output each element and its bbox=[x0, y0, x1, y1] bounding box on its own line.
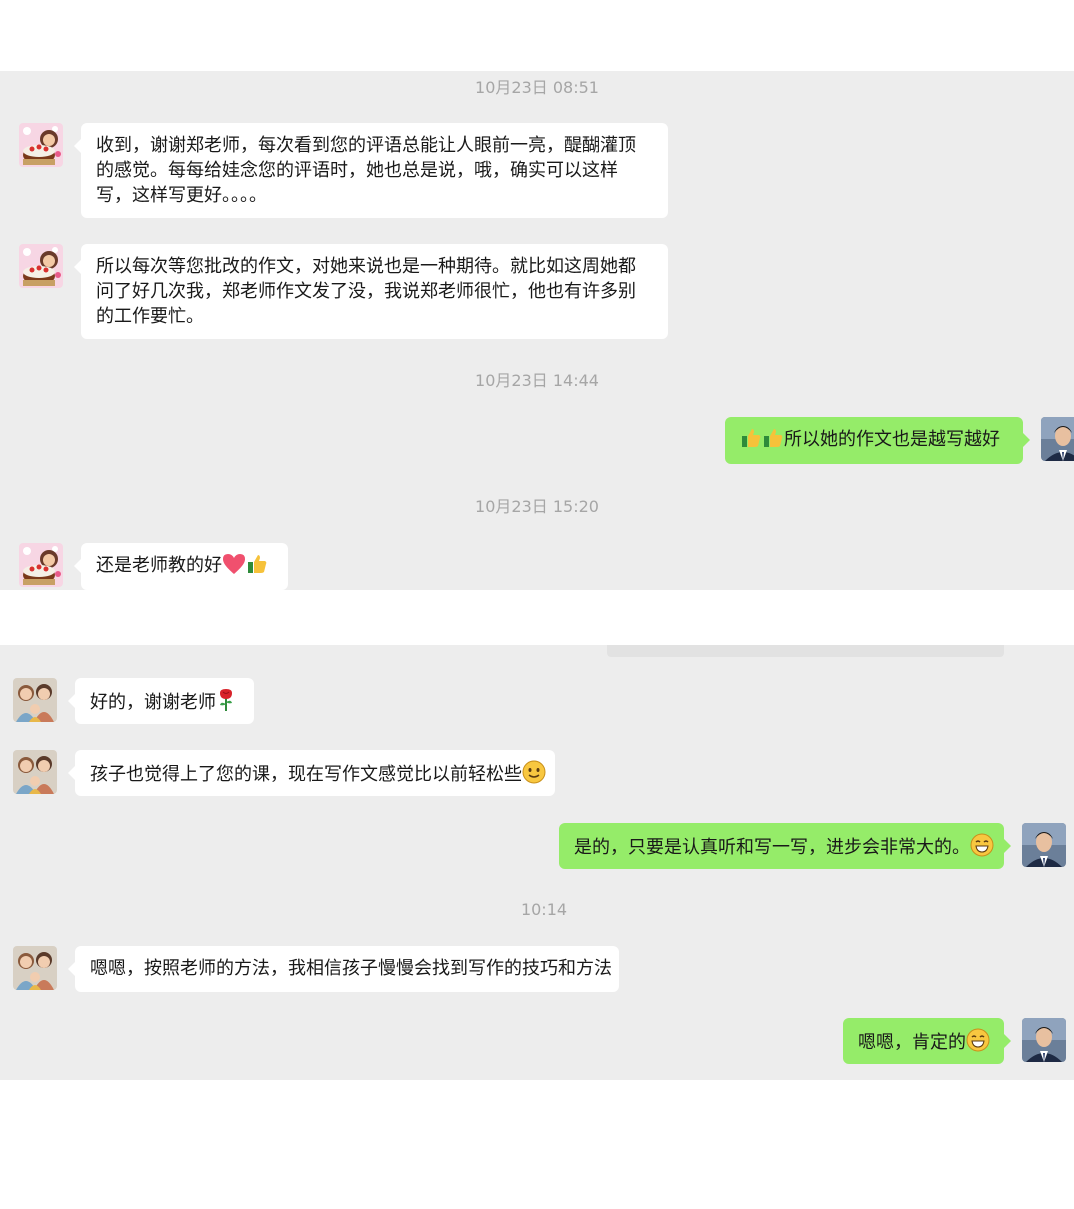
timestamp: 10月23日 15:20 bbox=[475, 497, 599, 516]
message-text: 还是老师教的好 bbox=[96, 555, 222, 576]
message-bubble-outgoing[interactable]: 是的，只要是认真听和写一写，进步会非常大的。 bbox=[559, 823, 1011, 869]
message-bubble-outgoing[interactable]: 嗯嗯，肯定的 bbox=[843, 1018, 1011, 1064]
message-bubble-incoming[interactable]: 所以每次等您批改的作文，对她来说也是一种期待。就比如这周她都问了好几次我，郑老师… bbox=[74, 244, 668, 339]
message-bubble-outgoing[interactable]: 所以她的作文也是越写越好 bbox=[725, 417, 1030, 464]
thumbs-up-icon bbox=[762, 427, 784, 456]
chat-screen-1: 10月23日 08:51 收到，谢谢郑老师，每次看到您的评语总能让人眼前一亮，醍… bbox=[0, 71, 1074, 590]
thumbs-up-icon bbox=[246, 553, 268, 582]
message-text: 是的，只要是认真听和写一写，进步会非常大的。 bbox=[574, 837, 970, 858]
teacher-avatar[interactable] bbox=[1022, 823, 1066, 867]
grin-icon bbox=[970, 833, 994, 864]
message-bubble-incoming[interactable]: 收到，谢谢郑老师，每次看到您的评语总能让人眼前一亮，醍醐灌顶的感觉。每每给娃念您… bbox=[74, 123, 668, 218]
message-text: 收到，谢谢郑老师，每次看到您的评语总能让人眼前一亮，醍醐灌顶的感觉。每每给娃念您… bbox=[96, 135, 636, 206]
smile-icon bbox=[522, 760, 546, 791]
cropped-bubble-edge bbox=[607, 645, 1004, 657]
cake-girl-avatar[interactable] bbox=[19, 123, 63, 167]
message-bubble-incoming[interactable]: 嗯嗯，按照老师的方法，我相信孩子慢慢会找到写作的技巧和方法 bbox=[68, 946, 619, 992]
message-text: 孩子也觉得上了您的课，现在写作文感觉比以前轻松些 bbox=[90, 764, 522, 785]
family-avatar[interactable] bbox=[13, 946, 57, 990]
grin-icon bbox=[966, 1028, 990, 1059]
message-bubble-incoming[interactable]: 还是老师教的好 bbox=[74, 543, 288, 590]
family-avatar[interactable] bbox=[13, 750, 57, 794]
thumbs-up-icon bbox=[740, 427, 762, 456]
message-text: 所以她的作文也是越写越好 bbox=[784, 429, 1000, 450]
message-bubble-incoming[interactable]: 好的，谢谢老师 bbox=[68, 678, 254, 724]
heart-icon bbox=[222, 553, 246, 582]
chat-screen-2: 好的，谢谢老师 孩子也觉得上了您的课，现在写作文感觉比以前轻松些 是的，只要是认… bbox=[0, 645, 1074, 1080]
message-bubble-incoming[interactable]: 孩子也觉得上了您的课，现在写作文感觉比以前轻松些 bbox=[68, 750, 555, 796]
teacher-avatar[interactable] bbox=[1022, 1018, 1066, 1062]
cake-girl-avatar[interactable] bbox=[19, 543, 63, 587]
message-text: 嗯嗯，肯定的 bbox=[858, 1032, 966, 1053]
message-text: 好的，谢谢老师 bbox=[90, 692, 216, 713]
cake-girl-avatar[interactable] bbox=[19, 244, 63, 288]
timestamp: 10月23日 08:51 bbox=[475, 78, 599, 97]
rose-icon bbox=[216, 688, 236, 719]
teacher-avatar[interactable] bbox=[1041, 417, 1074, 461]
message-text: 所以每次等您批改的作文，对她来说也是一种期待。就比如这周她都问了好几次我，郑老师… bbox=[96, 256, 636, 327]
message-text: 嗯嗯，按照老师的方法，我相信孩子慢慢会找到写作的技巧和方法 bbox=[90, 958, 612, 979]
family-avatar[interactable] bbox=[13, 678, 57, 722]
timestamp: 10:14 bbox=[520, 900, 568, 919]
timestamp: 10月23日 14:44 bbox=[475, 371, 599, 390]
